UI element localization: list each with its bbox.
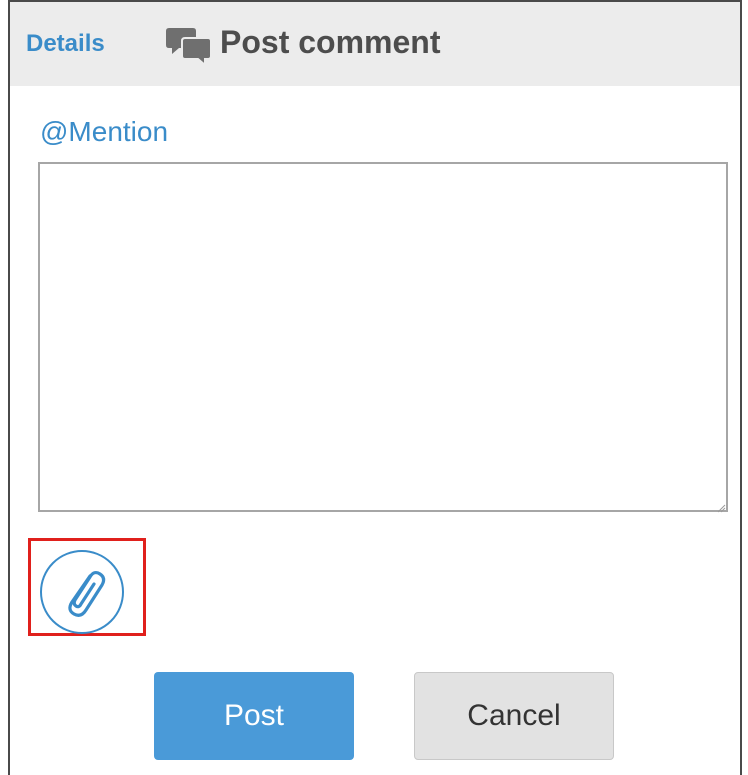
- post-comment-panel: Details Post comment @Mention Post Cance…: [8, 0, 742, 775]
- resize-grip-icon[interactable]: [716, 500, 726, 513]
- post-button[interactable]: Post: [154, 672, 354, 760]
- paperclip-icon: [68, 570, 106, 617]
- chat-bubbles-icon: [165, 25, 213, 68]
- panel-header: Details Post comment: [10, 0, 740, 86]
- mention-link[interactable]: @Mention: [40, 116, 168, 148]
- attach-file-button[interactable]: [40, 550, 124, 634]
- breadcrumb-details-link[interactable]: Details: [26, 30, 105, 58]
- page-title: Post comment: [220, 24, 441, 60]
- comment-textarea[interactable]: [38, 162, 728, 512]
- cancel-button[interactable]: Cancel: [414, 672, 614, 760]
